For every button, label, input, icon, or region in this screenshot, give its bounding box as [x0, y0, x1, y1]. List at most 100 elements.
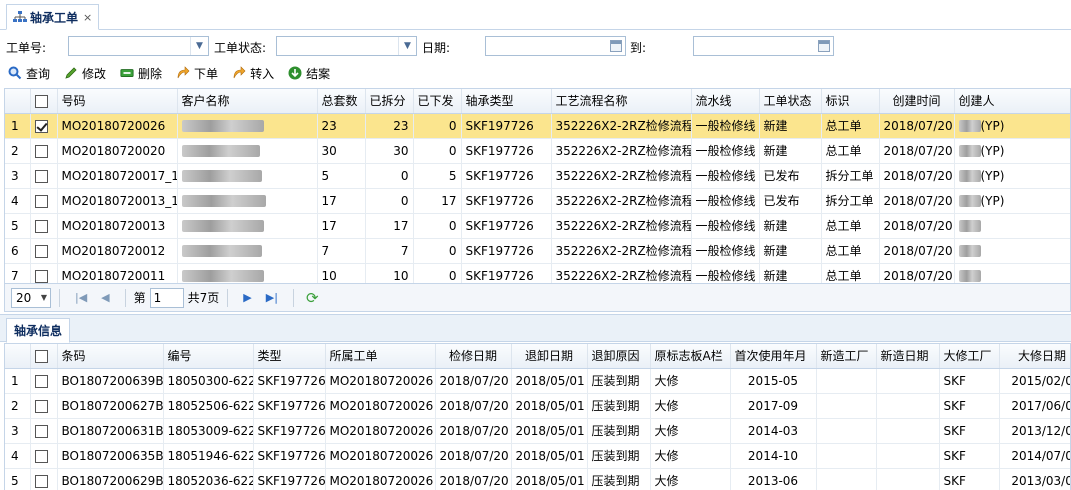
column-header[interactable]: 创建时间	[879, 89, 955, 114]
split-count: 30	[365, 138, 414, 164]
row-checkbox[interactable]	[34, 269, 48, 283]
query-button[interactable]: 查询	[8, 63, 50, 83]
close-case-button[interactable]: 结案	[288, 63, 330, 83]
row-checkbox-cell[interactable]	[30, 138, 58, 164]
page-size-select[interactable]: 20 ▼	[11, 287, 51, 308]
calendar-icon[interactable]	[610, 40, 622, 52]
tab-bearing-order[interactable]: 轴承工单 ×	[6, 4, 100, 30]
transfer-button[interactable]: 转入	[232, 63, 274, 83]
row-checkbox[interactable]	[34, 244, 48, 258]
close-icon[interactable]: ×	[83, 11, 92, 24]
row-checkbox[interactable]	[34, 424, 48, 438]
unload-date: 2018/05/01	[511, 468, 588, 490]
issue-button[interactable]: 下单	[176, 63, 218, 83]
column-header[interactable]: 所属工单	[325, 344, 436, 369]
row-checkbox[interactable]	[34, 194, 48, 208]
table-row[interactable]: 3 MO20180720017_1 5 0 5 SKF197726 352226X2-2RZ…	[5, 163, 1070, 189]
column-header[interactable]: 退卸原因	[587, 344, 651, 369]
column-header[interactable]: 工单状态	[759, 89, 822, 114]
column-header[interactable]: 大修日期	[999, 344, 1070, 369]
column-header[interactable]: 原标志板A栏	[650, 344, 731, 369]
row-checkbox-cell[interactable]	[30, 238, 58, 264]
column-header[interactable]: 类型	[253, 344, 326, 369]
order-no-combo[interactable]: ▼	[68, 36, 209, 56]
column-header[interactable]: 工艺流程名称	[551, 89, 692, 114]
row-checkbox-cell[interactable]	[30, 418, 58, 444]
toolbar: 查询 修改 删除 下单 转入 结案	[0, 61, 1071, 85]
row-checkbox-cell[interactable]	[30, 443, 58, 469]
chevron-down-icon[interactable]: ▼	[398, 37, 416, 55]
column-header[interactable]: 检修日期	[435, 344, 512, 369]
table-row[interactable]: 4 MO20180720013_1 17 0 17 SKF197726 352226X2-2…	[5, 188, 1070, 214]
table-row[interactable]: 4 BO1807200635B 18051946-622 SKF197726 MO201…	[5, 443, 1070, 469]
delete-button[interactable]: 删除	[120, 63, 162, 83]
column-header[interactable]: 号码	[57, 89, 178, 114]
column-header[interactable]: 标识	[821, 89, 880, 114]
date-to-field[interactable]	[693, 36, 834, 56]
select-all-checkbox[interactable]	[34, 349, 48, 363]
table-row[interactable]: 2 BO1807200627B 18052506-622 SKF197726 MO201…	[5, 393, 1070, 419]
column-header[interactable]: 大修工厂	[939, 344, 1000, 369]
row-checkbox-cell[interactable]	[30, 188, 58, 214]
creator: (YP)	[954, 138, 1070, 164]
row-checkbox-cell[interactable]	[30, 393, 58, 419]
status-combo[interactable]: ▼	[276, 36, 417, 56]
row-checkbox-cell[interactable]	[30, 263, 58, 283]
select-all-header[interactable]	[30, 89, 58, 114]
row-checkbox-cell[interactable]	[30, 368, 58, 394]
table-row[interactable]: 3 BO1807200631B 18053009-622 SKF197726 MO201…	[5, 418, 1070, 444]
edit-button[interactable]: 修改	[64, 63, 106, 83]
column-header[interactable]: 编号	[163, 344, 254, 369]
row-checkbox-cell[interactable]	[30, 163, 58, 189]
overhaul-factory: SKF	[939, 468, 1000, 490]
row-checkbox-cell[interactable]	[30, 468, 58, 490]
tab-bearing-info[interactable]: 轴承信息	[6, 318, 70, 343]
next-page-icon[interactable]: ▶	[243, 291, 251, 304]
bearing-type: SKF197726	[461, 138, 552, 164]
column-header[interactable]: 流水线	[691, 89, 760, 114]
table-row[interactable]: 1 BO1807200639B 18050300-622 SKF197726 MO201…	[5, 368, 1070, 394]
chevron-down-icon[interactable]: ▼	[190, 37, 208, 55]
order-flag: 总工单	[821, 113, 880, 139]
issued-count: 0	[413, 138, 462, 164]
column-header[interactable]: 总套数	[317, 89, 366, 114]
table-row[interactable]: 5 MO20180720013 17 17 0 SKF197726 352226X2-2RZ…	[5, 213, 1070, 239]
row-checkbox[interactable]	[34, 219, 48, 233]
row-checkbox[interactable]	[34, 144, 48, 158]
last-page-icon[interactable]: ▶|	[266, 291, 278, 304]
bearing-type: SKF197726	[461, 163, 552, 189]
table-row[interactable]: 1 MO20180720026 23 23 0 SKF197726 352226X2-2RZ…	[5, 113, 1070, 139]
column-header[interactable]: 已下发	[413, 89, 462, 114]
column-header[interactable]: 首次使用年月	[730, 344, 817, 369]
column-header[interactable]: 轴承类型	[461, 89, 552, 114]
column-header[interactable]: 新造日期	[876, 344, 940, 369]
date-from-field[interactable]	[485, 36, 626, 56]
table-row[interactable]: 5 BO1807200629B 18052036-622 SKF197726 MO201…	[5, 468, 1070, 490]
select-all-checkbox[interactable]	[34, 94, 48, 108]
row-checkbox[interactable]	[34, 449, 48, 463]
first-page-icon[interactable]: |◀	[75, 291, 87, 304]
row-checkbox-cell[interactable]	[30, 113, 58, 139]
row-checkbox[interactable]	[34, 474, 48, 488]
line: 一般检修线	[691, 263, 760, 283]
row-checkbox[interactable]	[34, 374, 48, 388]
select-all-header[interactable]	[30, 344, 58, 369]
column-header[interactable]: 新造工厂	[816, 344, 877, 369]
refresh-icon[interactable]: ⟳	[306, 289, 319, 307]
row-checkbox[interactable]	[34, 169, 48, 183]
column-header[interactable]: 退卸日期	[511, 344, 588, 369]
table-row[interactable]: 6 MO20180720012 7 7 0 SKF197726 352226X2-2RZ检修…	[5, 238, 1070, 264]
page-number-input[interactable]: 1	[149, 287, 184, 308]
calendar-icon[interactable]	[818, 40, 830, 52]
row-checkbox[interactable]	[34, 119, 48, 133]
column-header[interactable]: 客户名称	[177, 89, 318, 114]
column-header[interactable]: 条码	[57, 344, 164, 369]
column-header[interactable]: 已拆分	[365, 89, 414, 114]
column-header[interactable]: 创建人	[954, 89, 1070, 114]
prev-page-icon[interactable]: ◀	[101, 291, 109, 304]
row-checkbox[interactable]	[34, 399, 48, 413]
table-row[interactable]: 7 MO20180720011 10 10 0 SKF197726 352226X2-2RZ…	[5, 263, 1070, 283]
inspect-date: 2018/07/20	[435, 468, 512, 490]
table-row[interactable]: 2 MO20180720020 30 30 0 SKF197726 352226X2-2RZ…	[5, 138, 1070, 164]
row-checkbox-cell[interactable]	[30, 213, 58, 239]
